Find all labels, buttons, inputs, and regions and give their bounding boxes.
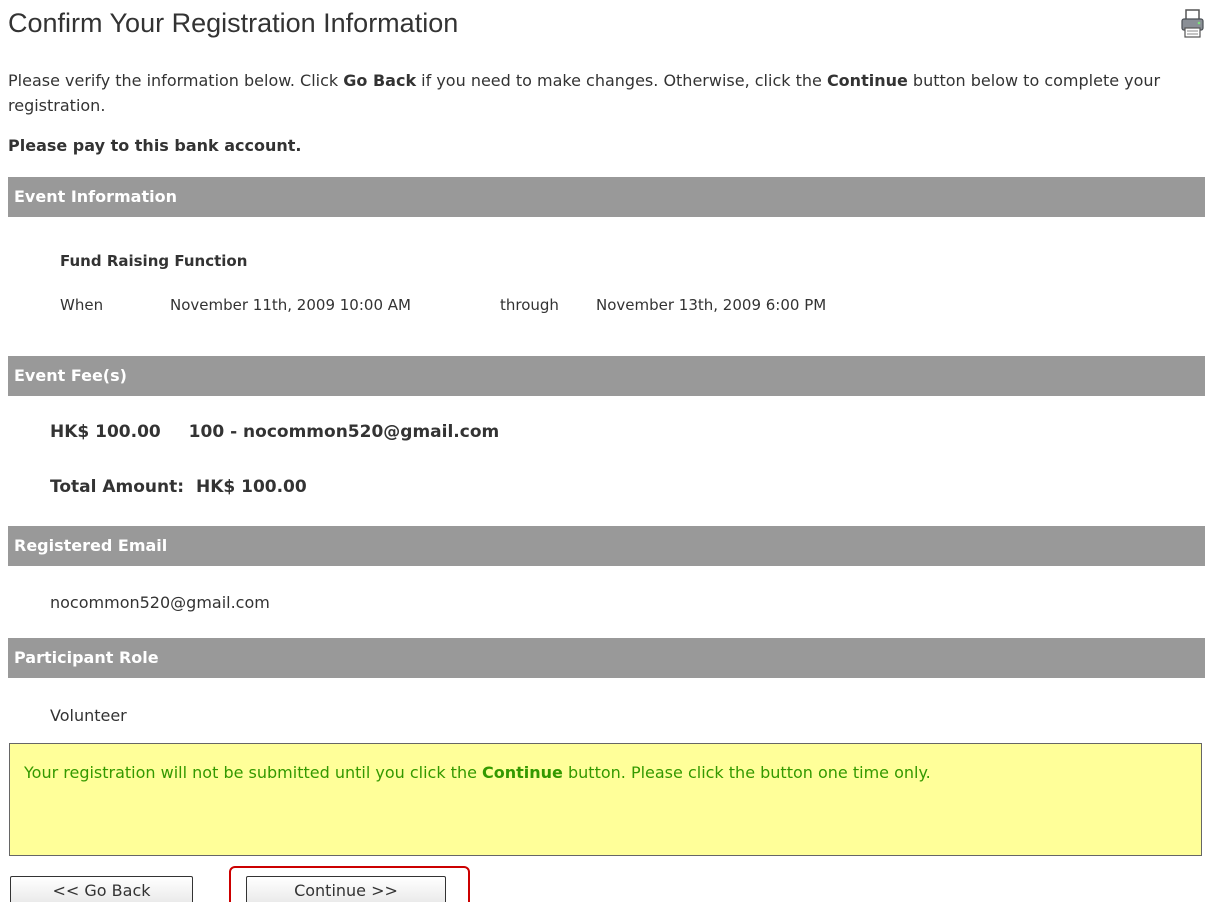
through-label: through	[500, 296, 559, 314]
submit-notice: Your registration will not be submitted …	[9, 743, 1202, 856]
participant-role-value: Volunteer	[50, 706, 127, 725]
section-header-event-information: Event Information	[8, 177, 1205, 217]
printer-icon[interactable]	[1180, 8, 1205, 40]
pay-note: Please pay to this bank account.	[8, 136, 302, 155]
continue-button[interactable]: Continue >>	[246, 876, 446, 902]
go-back-button[interactable]: << Go Back	[10, 876, 193, 902]
section-header-registered-email: Registered Email	[8, 526, 1205, 566]
notice-part-1: Your registration will not be submitted …	[24, 763, 483, 782]
page-title: Confirm Your Registration Information	[8, 8, 459, 38]
section-header-participant-role: Participant Role	[8, 638, 1205, 678]
event-end: November 13th, 2009 6:00 PM	[596, 296, 827, 314]
total-amount-line: Total Amount: HK$ 100.00	[50, 477, 307, 497]
fee-description: 100 - nocommon520@gmail.com	[188, 422, 500, 442]
registered-email-value: nocommon520@gmail.com	[50, 593, 270, 612]
section-header-event-fees: Event Fee(s)	[8, 356, 1205, 396]
total-amount-label: Total Amount:	[50, 477, 185, 497]
when-label: When	[60, 296, 104, 314]
intro-go-back-bold: Go Back	[343, 71, 417, 90]
registration-confirm-page: Confirm Your Registration Information Pl…	[0, 0, 1205, 902]
event-name: Fund Raising Function	[60, 252, 248, 270]
notice-part-2: button. Please click the button one time…	[562, 763, 931, 782]
event-start: November 11th, 2009 10:00 AM	[170, 296, 411, 314]
fee-amount: HK$ 100.00	[50, 422, 161, 442]
fee-line: HK$ 100.00 100 - nocommon520@gmail.com	[50, 422, 499, 442]
intro-continue-bold: Continue	[826, 71, 908, 90]
intro-part-2: if you need to make changes. Otherwise, …	[416, 71, 827, 90]
intro-part-1: Please verify the information below. Cli…	[8, 71, 344, 90]
notice-continue-bold: Continue	[482, 763, 563, 782]
total-amount-value: HK$ 100.00	[195, 477, 307, 497]
intro-text: Please verify the information below. Cli…	[8, 68, 1203, 118]
